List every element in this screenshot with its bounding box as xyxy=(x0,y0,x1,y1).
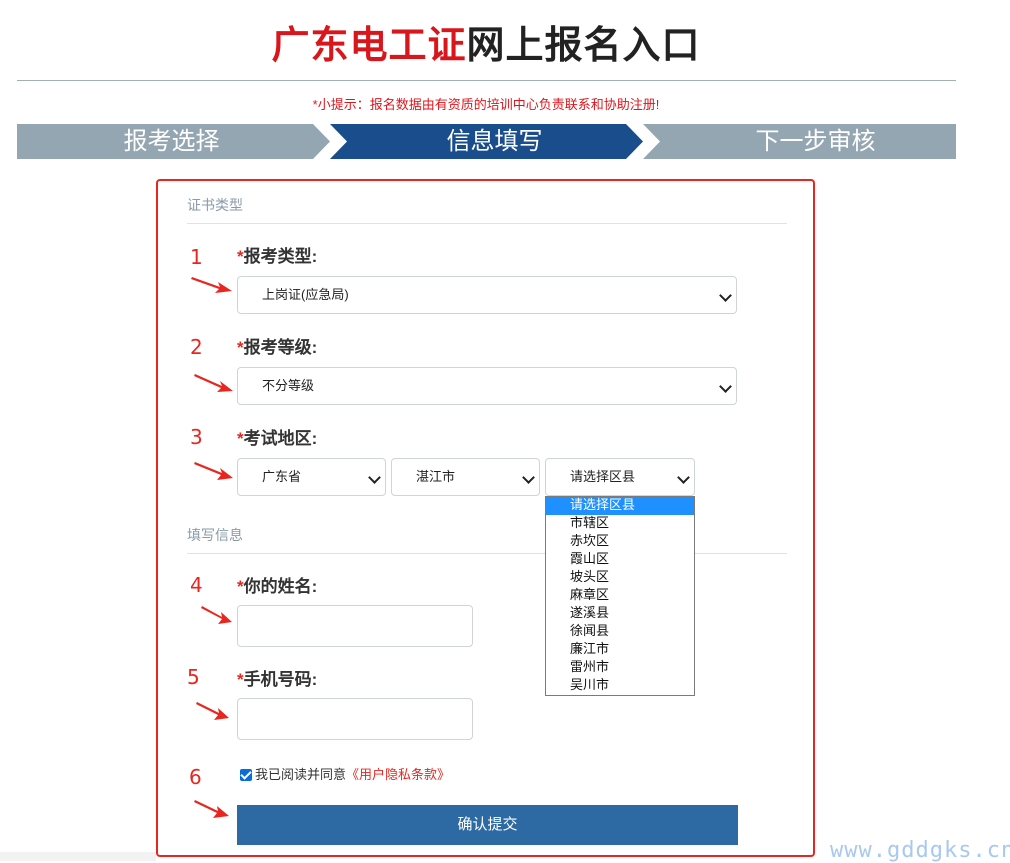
title-rest: 网上报名入口 xyxy=(466,25,701,67)
district-select[interactable]: 请选择区县 xyxy=(545,458,695,496)
section-divider xyxy=(695,553,787,554)
name-label: *你的姓名: xyxy=(237,577,318,596)
dropdown-option[interactable]: 坡头区 xyxy=(546,569,694,587)
exam-region-label: *考试地区: xyxy=(237,429,318,448)
city-select[interactable]: 湛江市 xyxy=(391,458,540,496)
tip-text: *小提示：报名数据由有资质的培训中心负责联系和协助注册! xyxy=(312,97,660,112)
arrow-icon xyxy=(191,277,232,293)
phone-label: *手机号码: xyxy=(237,670,318,689)
header-divider xyxy=(17,80,956,81)
arrow-icon xyxy=(194,462,233,480)
exam-level-label: *报考等级: xyxy=(237,338,318,357)
province-select[interactable]: 广东省 xyxy=(237,458,386,496)
chevron-down-icon xyxy=(719,289,732,302)
agreement-row: 我已阅读并同意《用户隐私条款》 xyxy=(240,764,450,783)
dropdown-option[interactable]: 雷州市 xyxy=(546,659,694,677)
step-3: 下一步审核 xyxy=(643,124,956,159)
chevron-down-icon xyxy=(677,471,690,484)
exam-level-select[interactable]: 不分等级 xyxy=(237,367,737,405)
step-number-6: 6 xyxy=(189,765,202,789)
step-1: 报考选择 xyxy=(17,124,330,159)
step-number-2: 2 xyxy=(190,335,203,359)
name-input[interactable] xyxy=(237,605,473,647)
section-fill-info: 填写信息 xyxy=(187,527,243,543)
dropdown-option[interactable]: 徐闻县 xyxy=(546,623,694,641)
progress-steps: 报考选择 信息填写 下一步审核 xyxy=(17,124,956,159)
exam-type-label: *报考类型: xyxy=(237,247,318,266)
dropdown-option[interactable]: 请选择区县 xyxy=(546,497,694,515)
dropdown-option[interactable]: 赤坎区 xyxy=(546,533,694,551)
section-divider xyxy=(187,223,787,224)
bottom-strip xyxy=(0,852,156,861)
title-highlight: 广东电工证 xyxy=(271,25,467,67)
dropdown-option[interactable]: 麻章区 xyxy=(546,587,694,605)
privacy-link[interactable]: 《用户隐私条款》 xyxy=(346,767,450,782)
chevron-down-icon xyxy=(719,380,732,393)
dropdown-option[interactable]: 霞山区 xyxy=(546,551,694,569)
step-number-5: 5 xyxy=(187,665,200,689)
arrow-icon xyxy=(194,800,229,818)
step-2-active: 信息填写 xyxy=(330,124,643,159)
agreement-checkbox[interactable] xyxy=(240,769,252,781)
arrow-icon xyxy=(196,702,229,720)
section-divider xyxy=(187,553,545,554)
phone-input[interactable] xyxy=(237,698,473,740)
dropdown-option[interactable]: 吴川市 xyxy=(546,677,694,695)
chevron-down-icon xyxy=(368,471,381,484)
section-certificate-type: 证书类型 xyxy=(187,197,243,213)
dropdown-option[interactable]: 廉江市 xyxy=(546,641,694,659)
chevron-down-icon xyxy=(522,471,535,484)
step-number-4: 4 xyxy=(190,573,203,597)
district-dropdown-list: 请选择区县 市辖区 赤坎区 霞山区 坡头区 麻章区 遂溪县 徐闻县 廉江市 雷州… xyxy=(545,496,695,696)
arrow-icon xyxy=(194,374,233,392)
page-title: 广东电工证网上报名入口 xyxy=(0,14,972,69)
step-number-3: 3 xyxy=(190,425,203,449)
agreement-text: 我已阅读并同意 xyxy=(255,767,347,782)
dropdown-option[interactable]: 遂溪县 xyxy=(546,605,694,623)
exam-type-select[interactable]: 上岗证(应急局) xyxy=(237,276,737,314)
dropdown-option[interactable]: 市辖区 xyxy=(546,515,694,533)
step-number-1: 1 xyxy=(190,245,203,269)
submit-button[interactable]: 确认提交 xyxy=(237,805,738,845)
watermark: www.gddgks.cn xyxy=(830,838,1010,863)
